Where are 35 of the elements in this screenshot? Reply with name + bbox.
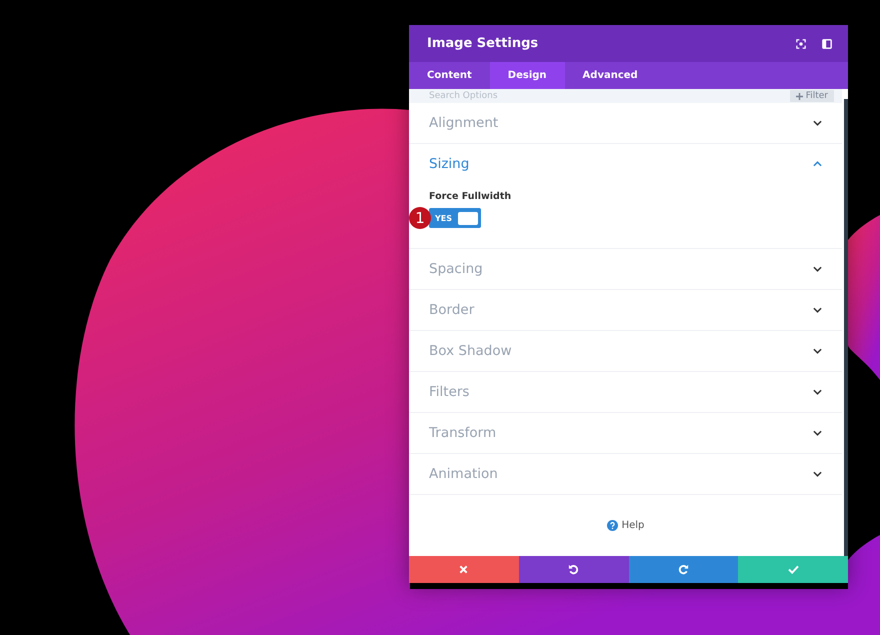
sidebar-icon[interactable] [822, 38, 832, 48]
chevron-down-icon[interactable] [813, 389, 822, 395]
chevron-down-icon[interactable] [813, 266, 822, 272]
chevron-down-icon[interactable] [813, 471, 822, 477]
section-title[interactable]: Spacing [429, 261, 483, 277]
chevron-down-icon[interactable] [813, 307, 822, 313]
help-icon [606, 520, 618, 531]
filter-button[interactable]: Filter [790, 90, 834, 102]
tab[interactable]: Content [409, 62, 490, 89]
section-title[interactable]: Transform [429, 425, 496, 441]
section-title[interactable]: Alignment [429, 115, 498, 131]
section-title[interactable]: Sizing [429, 156, 470, 172]
section-title[interactable]: Border [429, 302, 474, 318]
chevron-up-icon[interactable] [813, 161, 822, 167]
chevron-down-icon[interactable] [813, 120, 822, 126]
section-title[interactable]: Filters [429, 384, 470, 400]
checkmark-icon [788, 565, 799, 574]
undo-icon [568, 564, 580, 575]
plus-icon [796, 92, 803, 100]
step-badge: 1 [409, 207, 431, 229]
help-link[interactable]: Help [606, 520, 644, 531]
field-label: Force Fullwidth [429, 191, 512, 202]
toggle-switch[interactable]: YES [429, 208, 482, 228]
chevron-down-icon[interactable] [813, 348, 822, 354]
window-title: Image Settings [427, 36, 540, 51]
search-field[interactable]: Search Options [429, 91, 498, 101]
section-title[interactable]: Box Shadow [429, 343, 512, 359]
redo-icon [678, 564, 689, 575]
tab[interactable]: Advanced [564, 62, 656, 89]
expand-icon[interactable] [796, 38, 806, 48]
close-icon [459, 565, 468, 574]
scrollbar[interactable] [844, 99, 848, 556]
section-title[interactable]: Animation [429, 466, 498, 482]
chevron-down-icon[interactable] [813, 430, 822, 436]
tab[interactable]: Design [490, 62, 565, 89]
